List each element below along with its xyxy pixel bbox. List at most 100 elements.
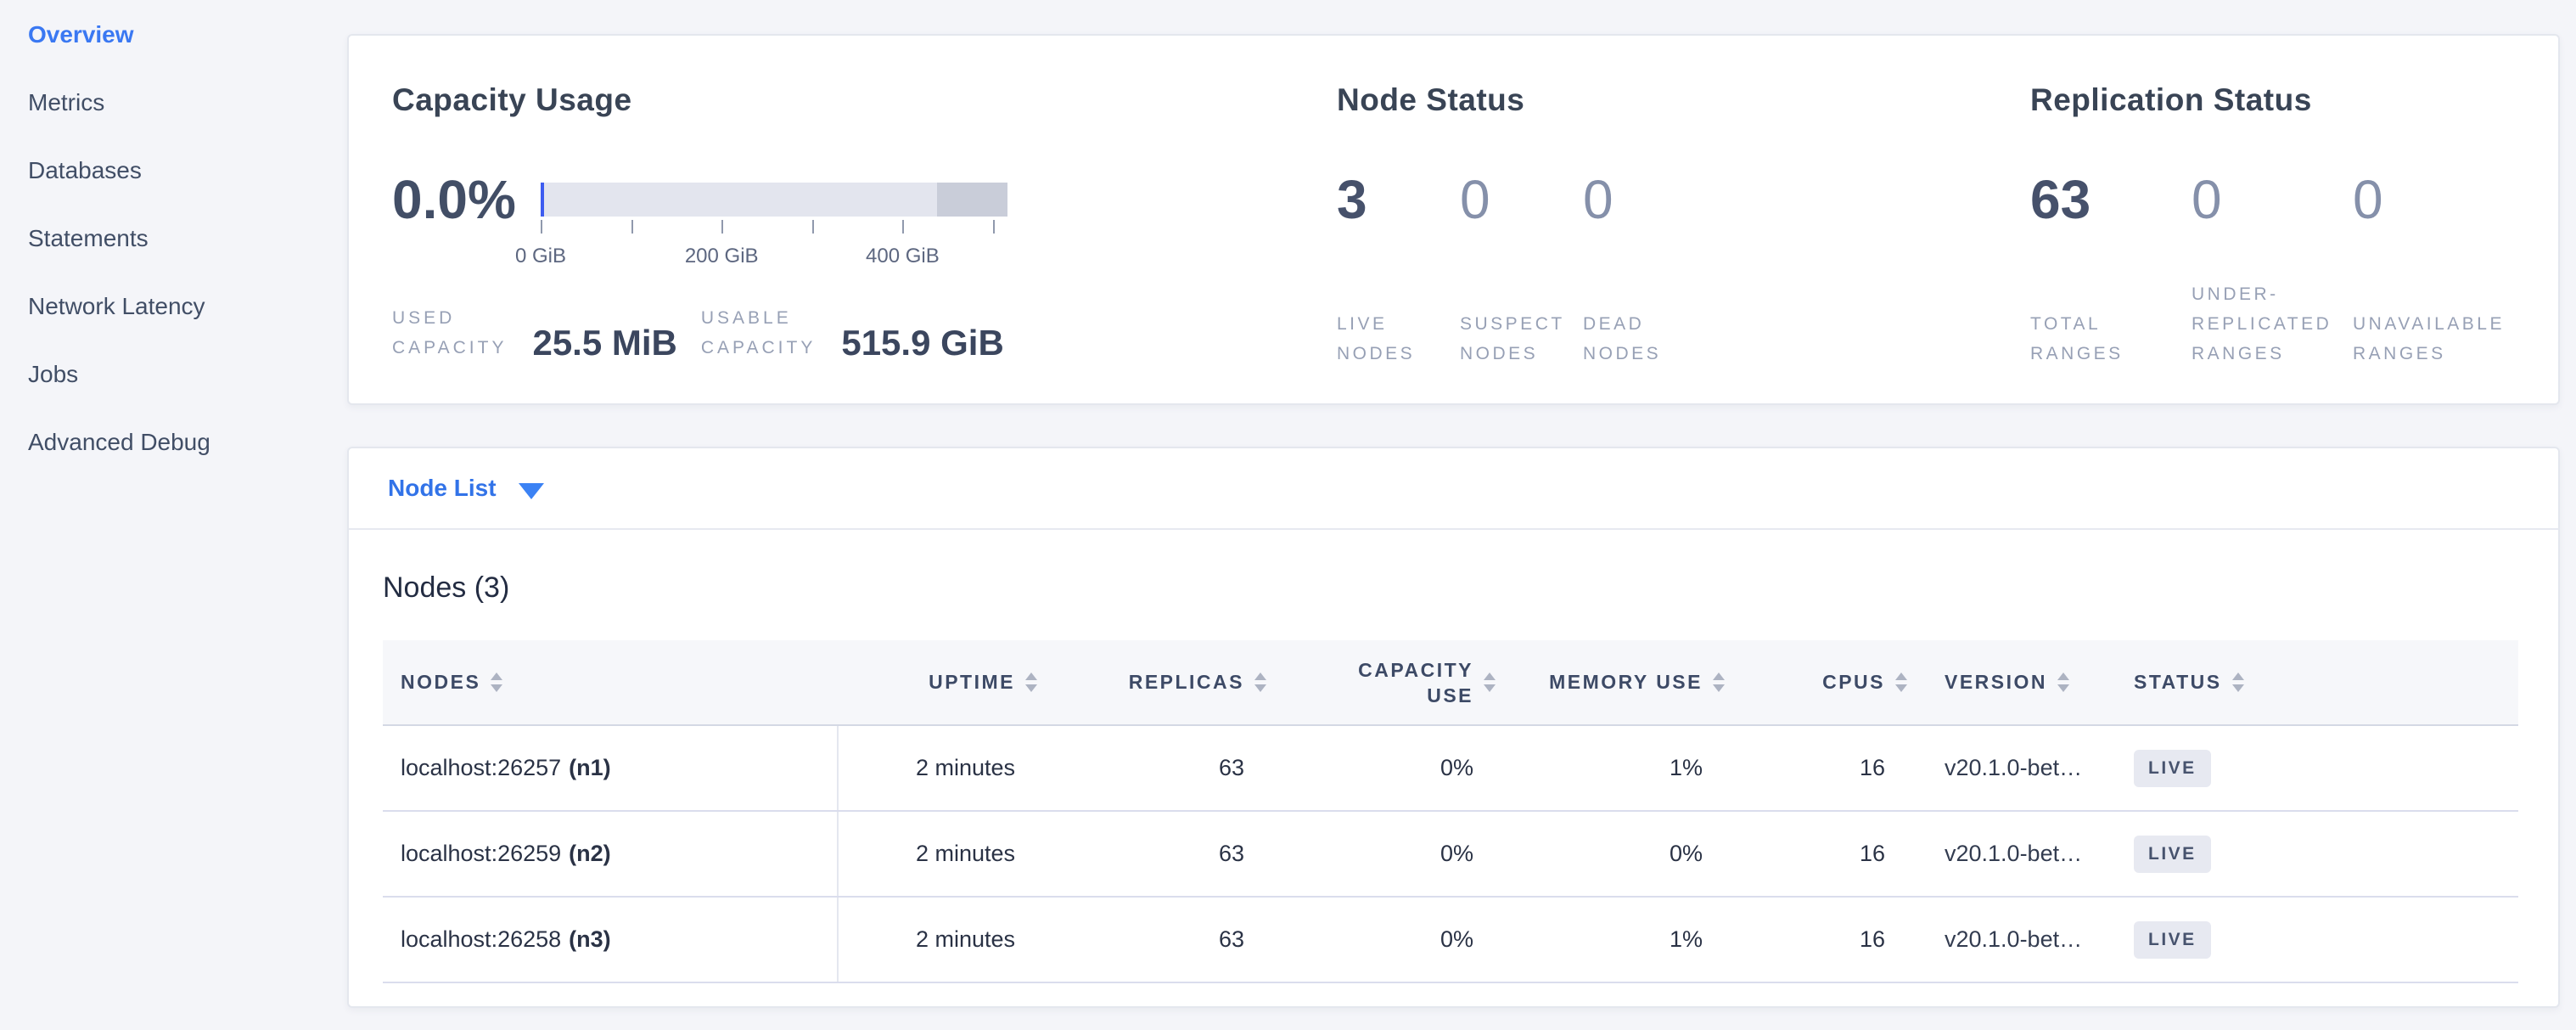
capacity-use-cell: 0% bbox=[1275, 897, 1504, 982]
label-line: DEAD bbox=[1583, 309, 1706, 339]
status-cell: LIVE bbox=[2115, 897, 2518, 982]
label-line: RANGES bbox=[2353, 339, 2514, 369]
replication-status-title: Replication Status bbox=[2030, 82, 2558, 119]
replicas-cell: 63 bbox=[1046, 725, 1275, 811]
suspect-nodes-label: SUSPECT NODES bbox=[1460, 309, 1583, 369]
unavailable-ranges-metric: 0 UNAVAILABLE RANGES bbox=[2353, 166, 2514, 369]
column-label: MEMORY USE bbox=[1549, 671, 1703, 694]
nodes-card-toolbar: Node List bbox=[349, 448, 2558, 530]
column-header-replicas[interactable]: REPLICAS bbox=[1046, 640, 1275, 725]
version-cell: v20.1.0-bet… bbox=[1916, 811, 2115, 897]
label-line: CAPACITY bbox=[701, 333, 816, 363]
capacity-used-percent: 0.0% bbox=[392, 168, 541, 231]
sidebar-item-statements[interactable]: Statements bbox=[28, 222, 347, 256]
axis-tick bbox=[721, 220, 723, 234]
capacity-use-cell: 0% bbox=[1275, 811, 1504, 897]
column-label: CAPACITY USE bbox=[1358, 657, 1473, 708]
capacity-use-cell: 0% bbox=[1275, 725, 1504, 811]
node-address: localhost:26257 bbox=[401, 755, 561, 780]
sidebar-item-advanced-debug[interactable]: Advanced Debug bbox=[28, 425, 347, 459]
label-line: CAPACITY bbox=[392, 333, 507, 363]
live-nodes-label: LIVE NODES bbox=[1337, 309, 1460, 369]
uptime-cell: 2 minutes bbox=[838, 897, 1046, 982]
node-row[interactable]: localhost:26259(n2) 2 minutes 63 0% 0% 1… bbox=[383, 811, 2518, 897]
sidebar-nav: Overview Metrics Databases Statements Ne… bbox=[0, 0, 347, 1008]
axis-tick bbox=[902, 220, 904, 234]
used-capacity-stat: USED CAPACITY 25.5 MiB bbox=[392, 303, 677, 363]
sort-icon bbox=[1484, 673, 1496, 692]
sidebar-item-overview[interactable]: Overview bbox=[28, 18, 347, 52]
axis-tick-label: 400 GiB bbox=[866, 244, 940, 269]
node-status-metrics: 3 LIVE NODES 0 SUSPECT NODES bbox=[1337, 166, 2030, 369]
label-line: TOTAL bbox=[2030, 309, 2192, 339]
cpus-cell: 16 bbox=[1733, 811, 1916, 897]
node-address-cell[interactable]: localhost:26258(n3) bbox=[383, 897, 838, 982]
label-line: USABLE bbox=[701, 303, 816, 333]
status-cell: LIVE bbox=[2115, 725, 2518, 811]
under-replicated-ranges-metric: 0 UNDER- REPLICATED RANGES bbox=[2192, 166, 2353, 369]
node-address-cell[interactable]: localhost:26259(n2) bbox=[383, 811, 838, 897]
label-line: SUSPECT bbox=[1460, 309, 1583, 339]
axis-tick bbox=[631, 220, 633, 234]
sort-icon bbox=[491, 673, 502, 692]
sidebar-item-jobs[interactable]: Jobs bbox=[28, 357, 347, 391]
nodes-heading: Nodes (3) bbox=[383, 571, 2518, 605]
label-line: NODES bbox=[1583, 339, 1706, 369]
label-line: USED bbox=[392, 303, 507, 333]
column-header-memory-use[interactable]: MEMORY USE bbox=[1504, 640, 1733, 725]
memory-use-cell: 1% bbox=[1504, 725, 1733, 811]
cpus-cell: 16 bbox=[1733, 897, 1916, 982]
version-cell: v20.1.0-bet… bbox=[1916, 897, 2115, 982]
label-line: UNDER- bbox=[2192, 279, 2353, 309]
column-header-cpus[interactable]: CPUS bbox=[1733, 640, 1916, 725]
column-header-status[interactable]: STATUS bbox=[2115, 640, 2518, 725]
sort-icon bbox=[1895, 673, 1907, 692]
live-nodes-value: 3 bbox=[1337, 166, 1460, 234]
capacity-bar-track bbox=[541, 183, 1007, 217]
label-line: RANGES bbox=[2030, 339, 2192, 369]
cluster-summary-card: Capacity Usage 0.0% 0 Gi bbox=[347, 34, 2560, 405]
node-address: localhost:26258 bbox=[401, 926, 561, 952]
used-capacity-value: 25.5 MiB bbox=[532, 324, 676, 363]
sidebar-item-databases[interactable]: Databases bbox=[28, 154, 347, 188]
column-header-nodes[interactable]: NODES bbox=[383, 640, 838, 725]
dead-nodes-label: DEAD NODES bbox=[1583, 309, 1706, 369]
column-header-version[interactable]: VERSION bbox=[1916, 640, 2115, 725]
node-address: localhost:26259 bbox=[401, 841, 561, 866]
uptime-cell: 2 minutes bbox=[838, 725, 1046, 811]
dead-nodes-metric: 0 DEAD NODES bbox=[1583, 166, 1706, 369]
column-header-capacity-use[interactable]: CAPACITY USE bbox=[1275, 640, 1504, 725]
unavailable-ranges-value: 0 bbox=[2353, 166, 2514, 234]
column-label: VERSION bbox=[1945, 671, 2047, 694]
capacity-bar-chart: 0.0% 0 GiB 200 GiB bbox=[392, 166, 1337, 234]
usable-capacity-stat: USABLE CAPACITY 515.9 GiB bbox=[701, 303, 1004, 363]
column-header-uptime[interactable]: UPTIME bbox=[838, 640, 1046, 725]
nodes-table-area: Nodes (3) NODES bbox=[349, 530, 2558, 1009]
axis-tick bbox=[541, 220, 542, 234]
uptime-cell: 2 minutes bbox=[838, 811, 1046, 897]
axis-tick bbox=[993, 220, 995, 234]
status-cell: LIVE bbox=[2115, 811, 2518, 897]
node-row[interactable]: localhost:26258(n3) 2 minutes 63 0% 1% 1… bbox=[383, 897, 2518, 982]
node-status-title: Node Status bbox=[1337, 82, 2030, 119]
sidebar-item-network-latency[interactable]: Network Latency bbox=[28, 290, 347, 324]
status-badge: LIVE bbox=[2134, 836, 2211, 873]
replicas-cell: 63 bbox=[1046, 897, 1275, 982]
label-line: REPLICATED bbox=[2192, 309, 2353, 339]
total-ranges-value: 63 bbox=[2030, 166, 2192, 234]
sort-icon bbox=[1713, 673, 1725, 692]
label-line: RANGES bbox=[2192, 339, 2353, 369]
nodes-table-header-row: NODES UPTIME bbox=[383, 640, 2518, 725]
capacity-stats-row: USED CAPACITY 25.5 MiB USABLE CAPACITY 5… bbox=[392, 303, 1337, 363]
node-row[interactable]: localhost:26257(n1) 2 minutes 63 0% 1% 1… bbox=[383, 725, 2518, 811]
under-replicated-ranges-value: 0 bbox=[2192, 166, 2353, 234]
sort-icon bbox=[1254, 673, 1266, 692]
main-content: Capacity Usage 0.0% 0 Gi bbox=[347, 0, 2576, 1008]
memory-use-cell: 0% bbox=[1504, 811, 1733, 897]
label-line: UNAVAILABLE bbox=[2353, 309, 2514, 339]
cpus-cell: 16 bbox=[1733, 725, 1916, 811]
node-list-dropdown[interactable]: Node List bbox=[388, 475, 544, 502]
suspect-nodes-value: 0 bbox=[1460, 166, 1583, 234]
node-address-cell[interactable]: localhost:26257(n1) bbox=[383, 725, 838, 811]
sidebar-item-metrics[interactable]: Metrics bbox=[28, 86, 347, 120]
